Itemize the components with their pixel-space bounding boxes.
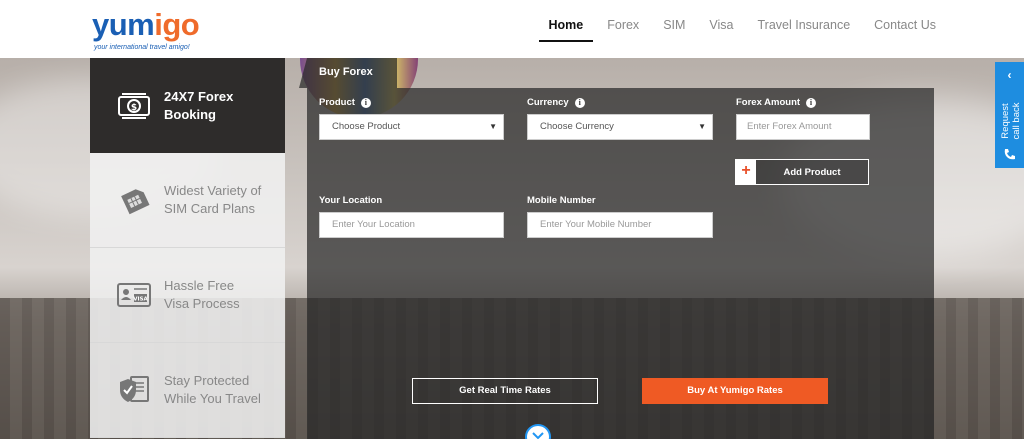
feature-label-line1: Widest Variety of — [164, 183, 262, 198]
buy-at-yumigo-rates-button[interactable]: Buy At Yumigo Rates — [642, 378, 828, 404]
feature-label-line2: Visa Process — [164, 296, 240, 311]
feature-label-line1: Hassle Free — [164, 278, 235, 293]
mobile-label: Mobile Number — [527, 195, 596, 206]
feature-label-line1: Stay Protected — [164, 373, 250, 388]
mobile-input[interactable]: Enter Your Mobile Number — [527, 212, 713, 238]
nav-sim[interactable]: SIM — [653, 0, 695, 42]
money-icon: $ — [114, 88, 154, 124]
info-icon[interactable]: i — [806, 97, 817, 108]
nav-visa[interactable]: Visa — [699, 0, 743, 42]
chevron-down-icon — [532, 432, 544, 439]
currency-select[interactable]: Choose Currency ▼ — [527, 114, 713, 140]
nav-forex[interactable]: Forex — [597, 0, 649, 42]
feature-label-line2: While You Travel — [164, 391, 261, 406]
feature-label-line2: SIM Card Plans — [164, 201, 256, 216]
nav-home[interactable]: Home — [538, 0, 594, 42]
feature-label-line1: 24X7 Forex — [164, 88, 234, 104]
svg-text:$: $ — [131, 103, 137, 113]
add-product-button[interactable]: + Add Product — [735, 159, 869, 185]
svg-text:VISA: VISA — [133, 297, 148, 303]
main-nav: Home Forex SIM Visa Travel Insurance Con… — [535, 0, 947, 58]
callback-label: Request call back — [1000, 102, 1022, 140]
feature-visa-process[interactable]: VISA Hassle Free Visa Process — [90, 248, 285, 343]
plus-icon: + — [736, 160, 756, 184]
nav-travel-insurance[interactable]: Travel Insurance — [748, 0, 861, 42]
feature-tabs: $ 24X7 Forex Booking Widest Variety of S… — [90, 58, 285, 439]
chevron-left-icon: ‹ — [1007, 68, 1012, 82]
shield-icon — [114, 372, 154, 408]
buy-forex-tab[interactable]: Buy Forex — [299, 58, 397, 88]
info-icon[interactable]: i — [574, 97, 585, 108]
visa-card-icon: VISA — [114, 277, 154, 313]
get-real-time-rates-button[interactable]: Get Real Time Rates — [412, 378, 598, 404]
caret-down-icon: ▼ — [489, 122, 497, 131]
location-input[interactable]: Enter Your Location — [319, 212, 504, 238]
info-icon[interactable]: i — [360, 97, 371, 108]
forex-amount-input[interactable]: Enter Forex Amount — [736, 114, 870, 140]
forex-form-panel — [307, 88, 934, 439]
feature-sim-plans[interactable]: Widest Variety of SIM Card Plans — [90, 153, 285, 248]
nav-contact-us[interactable]: Contact Us — [864, 0, 946, 42]
forex-amount-label: Forex Amount i — [736, 97, 817, 108]
site-header: yumigo your international travel amigo! … — [0, 0, 1024, 58]
yumigo-logo[interactable]: yumigo your international travel amigo! — [92, 6, 202, 56]
location-label: Your Location — [319, 195, 383, 206]
caret-down-icon: ▼ — [698, 122, 706, 131]
product-label: Product i — [319, 97, 371, 108]
currency-label: Currency i — [527, 97, 585, 108]
product-select[interactable]: Choose Product ▼ — [319, 114, 504, 140]
feature-forex-booking[interactable]: $ 24X7 Forex Booking — [90, 58, 285, 153]
sim-card-icon — [114, 182, 154, 218]
feature-travel-protection[interactable]: Stay Protected While You Travel — [90, 343, 285, 438]
phone-icon — [1003, 148, 1016, 166]
logo-wordmark: yumigo — [92, 7, 200, 42]
feature-label-line2: Booking — [164, 106, 216, 122]
request-callback-widget[interactable]: ‹ Request call back — [995, 62, 1024, 168]
logo-tagline: your international travel amigo! — [94, 44, 190, 51]
